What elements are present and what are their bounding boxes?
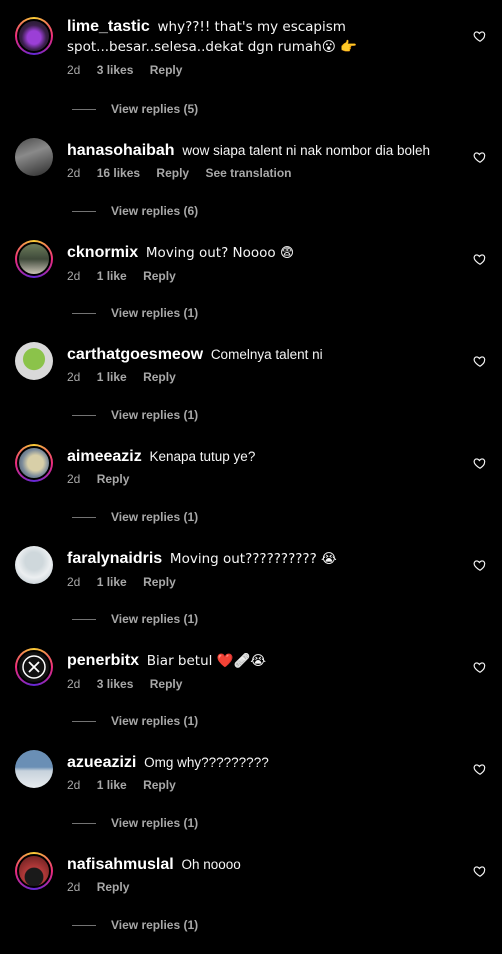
divider [72, 924, 96, 926]
comment-text: Oh noooo [181, 857, 241, 872]
comment-time: 2d [67, 880, 81, 894]
comment-text: Comelnya talent ni [210, 347, 323, 362]
comment-item: hanasohaibah wow siapa talent ni nak nom… [0, 138, 502, 240]
comment-username[interactable]: nafisahmuslal [67, 856, 174, 873]
heart-icon[interactable] [473, 558, 487, 572]
divider [72, 720, 96, 722]
comment-time: 2d [67, 472, 81, 486]
comment-time: 2d [67, 575, 81, 589]
reply-button[interactable]: Reply [143, 778, 176, 792]
divider [72, 312, 96, 314]
reply-button[interactable]: Reply [143, 370, 176, 384]
comment-likes[interactable]: 1 like [97, 269, 127, 283]
comment-likes[interactable]: 1 like [97, 370, 127, 384]
view-replies-label: View replies (6) [111, 204, 199, 218]
view-replies-label: View replies (1) [111, 612, 199, 626]
comment-username[interactable]: azueazizi [67, 754, 136, 771]
divider [72, 822, 96, 824]
comment-item: azueazizi Omg why????????? 2d 1 like Rep… [0, 750, 502, 852]
comment-text: Biar betul ❤️🩹😭 [146, 653, 267, 669]
comment-item: carthatgoesmeow Comelnya talent ni 2d 1 … [0, 342, 502, 444]
avatar[interactable] [15, 546, 53, 584]
see-translation-button[interactable]: See translation [205, 166, 291, 180]
comment-time: 2d [67, 778, 81, 792]
divider [72, 516, 96, 518]
reply-button[interactable]: Reply [97, 880, 130, 894]
comment-username[interactable]: carthatgoesmeow [67, 346, 203, 363]
comment-time: 2d [67, 166, 81, 180]
comment-time: 2d [67, 370, 81, 384]
comment-text: wow siapa talent ni nak nombor dia boleh [182, 143, 430, 158]
heart-icon[interactable] [473, 252, 487, 266]
view-replies-label: View replies (1) [111, 918, 199, 932]
comment-item: nafisahmuslal Oh noooo 2d Reply View rep… [0, 852, 502, 954]
avatar[interactable] [15, 138, 53, 176]
avatar[interactable] [15, 852, 53, 890]
reply-button[interactable]: Reply [156, 166, 189, 180]
comment-username[interactable]: faralynaidris [67, 550, 162, 567]
divider [72, 618, 96, 620]
comment-item: lime_tastic why??!! that's my escapism s… [0, 17, 502, 119]
heart-icon[interactable] [473, 29, 487, 43]
comment-time: 2d [67, 63, 81, 77]
comment-item: cknormix Moving out? Noooo 😨 2d 1 like R… [0, 240, 502, 342]
heart-icon[interactable] [473, 660, 487, 674]
heart-icon[interactable] [473, 762, 487, 776]
heart-icon[interactable] [473, 456, 487, 470]
view-replies-label: View replies (1) [111, 306, 199, 320]
view-replies-label: View replies (1) [111, 816, 199, 830]
avatar[interactable] [15, 444, 53, 482]
reply-button[interactable]: Reply [143, 575, 176, 589]
view-replies-label: View replies (1) [111, 408, 199, 422]
view-replies-button[interactable]: View replies (1) [72, 918, 198, 932]
reply-button[interactable]: Reply [150, 63, 183, 77]
comment-text: Moving out? Noooo 😨 [145, 245, 295, 261]
view-replies-button[interactable]: View replies (1) [72, 714, 198, 728]
comment-username[interactable]: hanasohaibah [67, 142, 175, 159]
comment-item: aimeeaziz Kenapa tutup ye? 2d Reply View… [0, 444, 502, 546]
view-replies-label: View replies (1) [111, 714, 199, 728]
comment-username[interactable]: cknormix [67, 244, 138, 261]
view-replies-button[interactable]: View replies (5) [72, 102, 198, 116]
view-replies-label: View replies (5) [111, 102, 199, 116]
comment-item: penerbitx Biar betul ❤️🩹😭 2d 3 likes Rep… [0, 648, 502, 750]
view-replies-button[interactable]: View replies (1) [72, 612, 198, 626]
comment-likes[interactable]: 1 like [97, 778, 127, 792]
reply-button[interactable]: Reply [143, 269, 176, 283]
heart-icon[interactable] [473, 864, 487, 878]
comment-text: Kenapa tutup ye? [149, 449, 256, 464]
avatar[interactable] [15, 17, 53, 55]
comment-time: 2d [67, 269, 81, 283]
avatar[interactable] [15, 342, 53, 380]
divider [72, 210, 96, 212]
comment-likes[interactable]: 3 likes [97, 677, 134, 691]
avatar[interactable] [15, 648, 53, 686]
view-replies-label: View replies (1) [111, 510, 199, 524]
heart-icon[interactable] [473, 150, 487, 164]
view-replies-button[interactable]: View replies (1) [72, 816, 198, 830]
comment-username[interactable]: aimeeaziz [67, 448, 142, 465]
comment-likes[interactable]: 16 likes [97, 166, 140, 180]
heart-icon[interactable] [473, 354, 487, 368]
reply-button[interactable]: Reply [97, 472, 130, 486]
comment-time: 2d [67, 677, 81, 691]
reply-button[interactable]: Reply [150, 677, 183, 691]
penerbitx-logo [22, 655, 46, 679]
avatar[interactable] [15, 750, 53, 788]
view-replies-button[interactable]: View replies (1) [72, 510, 198, 524]
divider [72, 414, 96, 416]
comment-likes[interactable]: 3 likes [97, 63, 134, 77]
view-replies-button[interactable]: View replies (1) [72, 306, 198, 320]
avatar[interactable] [15, 240, 53, 278]
comment-item: faralynaidris Moving out?????????? 😭 2d … [0, 546, 502, 648]
comment-text: Omg why????????? [144, 755, 269, 770]
view-replies-button[interactable]: View replies (6) [72, 204, 198, 218]
comment-text: Moving out?????????? 😭 [169, 551, 337, 567]
comment-likes[interactable]: 1 like [97, 575, 127, 589]
comment-username[interactable]: penerbitx [67, 652, 139, 669]
comment-username[interactable]: lime_tastic [67, 18, 150, 35]
divider [72, 108, 96, 110]
view-replies-button[interactable]: View replies (1) [72, 408, 198, 422]
